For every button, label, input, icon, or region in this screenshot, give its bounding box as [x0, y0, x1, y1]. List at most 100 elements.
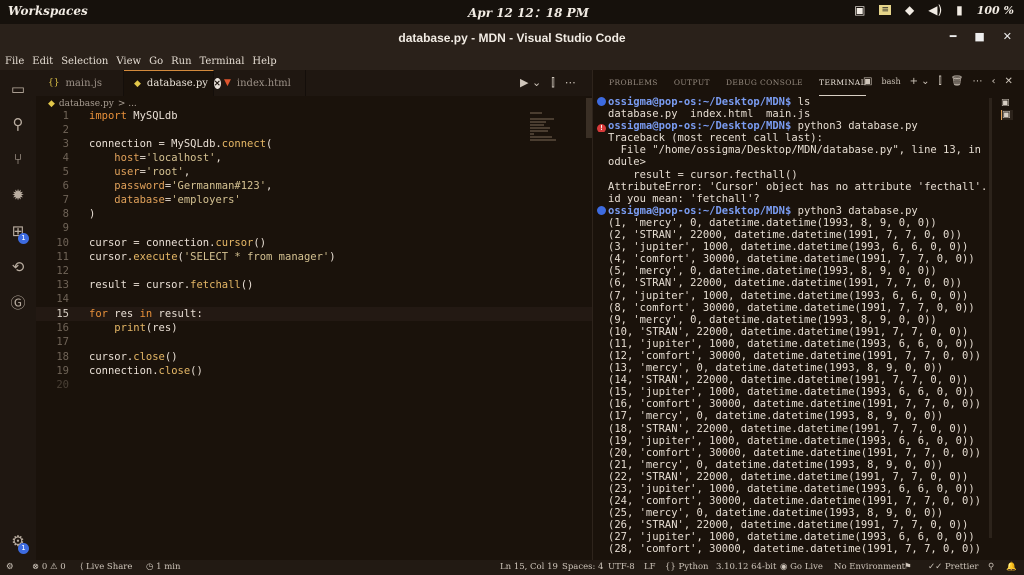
split-terminal-icon[interactable]: ⫿ — [939, 76, 942, 87]
command-success-icon[interactable] — [597, 97, 606, 106]
code-line-current[interactable]: 15 for res in result: — [36, 307, 592, 321]
screen-share-icon[interactable]: ▣ — [854, 3, 865, 17]
code-line[interactable]: 8) — [36, 207, 592, 221]
run-python-file-icon[interactable]: ▶ ⌄ — [520, 76, 541, 90]
close-icon[interactable]: ✕ — [1003, 30, 1012, 43]
menu-go[interactable]: Go — [149, 56, 163, 67]
wifi-icon[interactable]: ◆ — [905, 3, 914, 17]
code-line[interactable]: 4 host='localhost', — [36, 151, 592, 165]
terminal-output-line: (15, 'jupiter', 1000, datetime.datetime(… — [608, 386, 975, 399]
encoding[interactable]: UTF-8 — [608, 562, 635, 572]
code-line[interactable]: 3 connection = MySQLdb.connect( — [36, 137, 592, 151]
status-bar: ⚙ ⊗ 0 ⚠ 0 ⟨ Live Share ◷ 1 min Ln 15, Co… — [0, 560, 1024, 575]
accounts-icon[interactable]: ⚲ — [988, 562, 994, 572]
code-line[interactable]: 2 — [36, 123, 592, 137]
code-line[interactable]: 12 — [36, 264, 592, 278]
source-control-icon[interactable]: ⑂ — [9, 150, 27, 168]
clock[interactable]: Apr 12 12：18 PM — [468, 4, 589, 21]
terminal-output-line: (3, 'jupiter', 1000, datetime.datetime(1… — [608, 241, 969, 254]
remote-explorer-icon[interactable]: ⟲ — [9, 258, 27, 276]
menu-terminal[interactable]: Terminal — [200, 56, 245, 67]
code-line[interactable]: 7 database='employers' — [36, 193, 592, 207]
gitlens-icon[interactable]: Ⓖ — [9, 294, 27, 312]
terminal-instance-icon[interactable]: ▣ — [1001, 110, 1013, 120]
terminal-output-line: odule> — [608, 156, 646, 169]
tab-problems[interactable]: PROBLEMS — [609, 70, 658, 96]
notes-icon[interactable]: ≡ — [879, 5, 891, 15]
search-icon[interactable]: ⚲ — [9, 115, 27, 133]
terminal-output-line: (8, 'comfort', 30000, datetime.datetime(… — [608, 301, 975, 314]
code-line[interactable]: 5 user='root', — [36, 165, 592, 179]
code-line[interactable]: 16 print(res) — [36, 321, 592, 335]
kill-terminal-icon[interactable]: 🗑 — [951, 76, 964, 87]
accounts-badge: 1 — [18, 543, 29, 554]
workspaces-button[interactable]: Workspaces — [8, 4, 88, 18]
tab-debug-console[interactable]: DEBUG CONSOLE — [726, 70, 803, 96]
terminal-instance-icon[interactable]: ▣ — [1001, 98, 1013, 108]
code-line[interactable]: 18 cursor.close() — [36, 350, 592, 364]
volume-icon[interactable]: ◀) — [928, 3, 942, 17]
terminal-output-line: (11, 'jupiter', 1000, datetime.datetime(… — [608, 337, 975, 350]
code-line[interactable]: 6 password='Germanman#123', — [36, 179, 592, 193]
tab-main-js[interactable]: {} main.js — [36, 70, 124, 96]
explorer-icon[interactable]: ▭ — [9, 80, 27, 98]
menu-selection[interactable]: Selection — [61, 56, 108, 67]
go-live-button[interactable]: ◉ Go Live — [780, 562, 823, 572]
menu-edit[interactable]: Edit — [32, 56, 53, 67]
terminal-output[interactable]: ossigma@pop-os:~/Desktop/MDN$ ls database… — [597, 96, 987, 556]
terminal-output-line: (19, 'jupiter', 1000, datetime.datetime(… — [608, 434, 975, 447]
terminal-scrollbar[interactable] — [989, 98, 992, 538]
language-mode[interactable]: {} Python — [665, 562, 709, 572]
system-tray[interactable]: ▣ ≡ ◆ ◀) ▮ 100 % — [854, 3, 1014, 17]
prettier-button[interactable]: ✓✓ Prettier — [928, 562, 978, 572]
command-failed-icon[interactable]: ! — [597, 124, 606, 133]
python-interpreter[interactable]: 3.10.12 64-bit — [716, 562, 776, 572]
terminal-shell-name[interactable]: bash — [881, 77, 900, 86]
indentation[interactable]: Spaces: 4 — [562, 562, 603, 572]
format-icon[interactable]: ⚑ — [904, 562, 912, 572]
terminal-output-line: (21, 'mercy', 0, datetime.datetime(1993,… — [608, 458, 944, 471]
tab-label: main.js — [65, 77, 102, 89]
new-terminal-icon[interactable]: + ⌄ — [910, 76, 930, 87]
battery-icon[interactable]: ▮ — [956, 3, 963, 17]
code-line[interactable]: 11 cursor.execute('SELECT * from manager'… — [36, 250, 592, 264]
code-editor[interactable]: 1 import MySQLdb 2 3 connection = MySQLdb.… — [36, 108, 592, 560]
minimap[interactable] — [530, 112, 562, 152]
terminal-output-line: (1, 'mercy', 0, datetime.datetime(1993, … — [608, 216, 937, 229]
activity-bar: ▭ ⚲ ⑂ ✹ ⊞ 1 ⟲ Ⓖ ⚙ 1 — [0, 70, 36, 560]
menu-file[interactable]: File — [5, 56, 24, 67]
end-of-line[interactable]: LF — [644, 562, 656, 572]
code-line[interactable]: 19 connection.close() — [36, 364, 592, 378]
problems-indicator[interactable]: ⊗ 0 ⚠ 0 — [32, 562, 66, 572]
environment[interactable]: No Environment — [834, 562, 905, 572]
menu-run[interactable]: Run — [171, 56, 191, 67]
run-debug-icon[interactable]: ✹ — [9, 186, 27, 204]
more-actions-icon[interactable]: ⋯ — [565, 76, 576, 90]
code-line[interactable]: 14 — [36, 292, 592, 306]
command-success-icon[interactable] — [597, 205, 606, 215]
timer-indicator[interactable]: ◷ 1 min — [146, 562, 181, 572]
code-line[interactable]: 17 — [36, 335, 592, 349]
menu-help[interactable]: Help — [252, 56, 276, 67]
menu-view[interactable]: View — [116, 56, 141, 67]
code-line[interactable]: 1 import MySQLdb — [36, 109, 592, 123]
maximize-panel-icon[interactable]: ‹ — [991, 76, 995, 87]
split-editor-icon[interactable]: ⫿ — [551, 76, 555, 90]
tab-output[interactable]: OUTPUT — [674, 70, 710, 96]
maximize-icon[interactable]: ■ — [974, 30, 984, 43]
code-line[interactable]: 13 result = cursor.fetchall() — [36, 278, 592, 292]
notifications-icon[interactable]: 🔔 — [1006, 562, 1017, 572]
terminal-output-line: (22, 'STRAN', 22000, datetime.datetime(1… — [608, 470, 969, 483]
remote-icon[interactable]: ⚙ — [6, 562, 14, 572]
code-line[interactable]: 10 cursor = connection.cursor() — [36, 236, 592, 250]
close-panel-icon[interactable]: ✕ — [1004, 76, 1012, 87]
tab-terminal[interactable]: TERMINAL — [819, 70, 866, 96]
code-line[interactable]: 9 — [36, 221, 592, 235]
code-line[interactable]: 20 — [36, 378, 592, 392]
tab-index-html[interactable]: ▼ index.html — [214, 70, 306, 96]
more-actions-icon[interactable]: ⋯ — [972, 76, 982, 87]
cursor-position[interactable]: Ln 15, Col 19 — [500, 562, 558, 572]
minimize-icon[interactable]: ━ — [950, 30, 957, 43]
tab-database-py[interactable]: ◆ database.py ✕ — [124, 70, 221, 96]
live-share-button[interactable]: ⟨ Live Share — [80, 562, 132, 572]
